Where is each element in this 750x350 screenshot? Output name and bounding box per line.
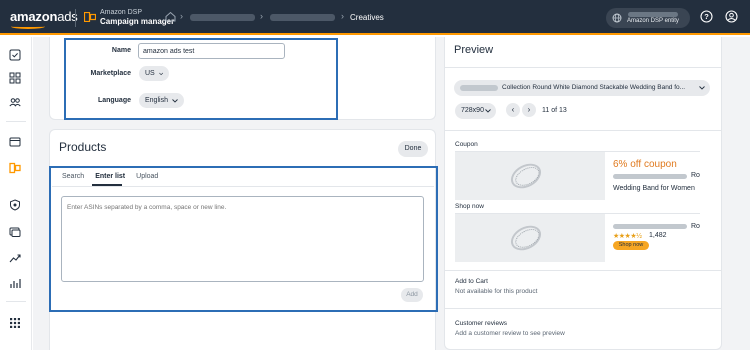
preview-divider [445,270,721,271]
customer-reviews-title: Customer reviews [455,320,508,327]
breadcrumb-separator: › [180,11,183,21]
audiences-icon[interactable] [9,96,21,108]
product-name-partial: Ro [691,172,700,179]
shop-now-label: Shop now [455,203,484,210]
chevron-down-icon [172,98,178,103]
coupon-text: 6% off coupon [613,159,677,170]
ad-size-value: 728x90 [461,107,484,114]
breadcrumb-current: Creatives [350,13,384,22]
shop-now-button: Shop now [613,241,649,250]
coupon-label: Coupon [455,141,478,148]
breadcrumb-item-redacted[interactable] [270,14,335,21]
customer-reviews-status: Add a customer review to see preview [455,330,565,337]
chevron-down-icon [485,109,491,113]
language-label: Language [97,97,131,104]
marketplace-select[interactable]: US [139,66,169,81]
add-to-cart-status: Not available for this product [455,288,538,295]
shop-now-ad-preview: Ro ★★★★½ 1,482 Shop now [455,213,700,262]
add-button[interactable]: Add [401,288,423,302]
wallet-icon[interactable] [9,136,21,148]
breadcrumb-item-redacted[interactable] [190,14,255,21]
rating-count: 1,482 [649,232,667,239]
star-rating: ★★★★½ [613,233,642,240]
entity-switcher[interactable]: Amazon DSP entity [606,8,690,28]
ad-size-select[interactable]: 728x90 [455,103,496,119]
name-input[interactable] [138,43,285,59]
header-divider [75,9,76,27]
preview-divider [445,67,721,68]
done-button[interactable]: Done [398,141,428,157]
nav-divider [6,121,26,122]
trend-icon[interactable] [9,252,21,264]
preview-title: Preview [454,44,494,56]
marketplace-label: Marketplace [90,70,131,77]
dsp-icon [84,12,96,22]
marketplace-value: US [145,70,155,77]
add-to-cart-title: Add to Cart [455,278,488,285]
dsp-nav-icon[interactable] [9,162,21,174]
checklist-icon[interactable] [9,49,21,61]
product-image [455,214,605,262]
brand-name-redacted [613,224,687,229]
product-subtitle: Wedding Band for Women [613,185,695,192]
language-select[interactable]: English [139,93,184,108]
shield-icon[interactable] [9,199,21,211]
nav-divider [6,301,26,302]
preview-product-select[interactable]: Collection Round White Diamond Stackable… [454,80,710,96]
tabs-divider [52,186,434,187]
tab-upload[interactable]: Upload [136,173,158,180]
media-icon[interactable] [9,226,21,238]
entity-label: Amazon DSP entity [627,18,679,24]
product-name-partial: Ro [691,223,700,230]
svg-text:?: ? [704,12,709,21]
previous-button[interactable]: ‹ [506,103,520,117]
preview-divider [445,130,721,131]
globe-icon [612,13,622,23]
breadcrumb-separator: › [341,11,344,21]
asin-list-input[interactable] [61,196,424,282]
tab-search[interactable]: Search [62,173,84,180]
coupon-ad-preview: 6% off coupon Ro Wedding Band for Women [455,151,700,200]
products-title: Products [59,140,107,154]
apps-grid-icon[interactable] [9,317,21,329]
page-count: 11 of 13 [542,107,567,114]
tab-enter-list[interactable]: Enter list [95,173,125,180]
chevron-down-icon [699,86,705,90]
language-value: English [145,97,168,104]
left-nav [0,37,32,350]
preview-divider [445,308,721,309]
entity-name-redacted [628,12,678,17]
amazon-ads-logo[interactable]: amazonads [10,9,78,24]
bar-chart-icon[interactable] [9,277,21,289]
name-label: Name [111,47,131,54]
ring-image [506,158,546,194]
app-name[interactable]: Amazon DSP Campaign manager [100,8,174,26]
next-button[interactable]: › [522,103,536,117]
preview-product-name: Collection Round White Diamond Stackable… [502,84,686,91]
top-bar: amazonads Amazon DSP Campaign manager › … [0,0,750,35]
product-name-redacted [460,85,498,91]
product-image [455,152,605,200]
help-icon[interactable]: ? [700,10,713,23]
ring-image [506,220,546,256]
logo-smile-icon [11,24,45,29]
brand-name-redacted [613,174,687,179]
product-input-tabs: Search Enter list Upload [62,173,158,180]
account-icon[interactable] [725,10,738,23]
dashboard-icon[interactable] [9,72,21,84]
breadcrumb-separator: › [260,11,263,21]
chevron-down-icon [158,72,163,75]
home-icon[interactable] [165,11,176,22]
